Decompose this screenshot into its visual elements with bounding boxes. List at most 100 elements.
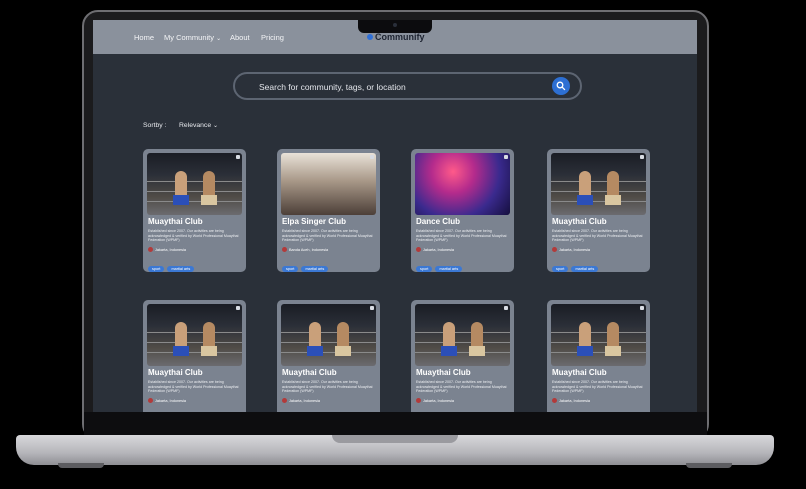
card-tags: sportmartial arts [282, 257, 331, 272]
location-pin-icon [282, 247, 287, 252]
camera-icon [393, 23, 397, 27]
tag-chip[interactable]: sport [148, 266, 165, 272]
card-location: Jakarta, Indonesia [416, 247, 454, 252]
location-pin-icon [416, 247, 421, 252]
tag-chip[interactable]: martial arts [435, 266, 463, 272]
tag-chip[interactable]: sport [282, 266, 299, 272]
card-description: Established since 2007. Our activities a… [416, 229, 507, 243]
bookmark-icon[interactable] [504, 155, 508, 159]
search-icon [556, 81, 566, 91]
card-title: Muaythai Club [148, 368, 203, 377]
card-location: Jakarta, Indonesia [148, 398, 186, 403]
laptop-foot [686, 463, 732, 468]
sort-select[interactable]: Relevance ⌄ [179, 122, 218, 129]
brand-name: Communify [375, 32, 425, 42]
location-pin-icon [148, 398, 153, 403]
card-location: Jakarta, Indonesia [148, 247, 186, 252]
laptop-foot [58, 463, 104, 468]
nav-my-community[interactable]: My Community ⌄ [164, 33, 221, 42]
card-title: Muaythai Club [416, 368, 471, 377]
bookmark-icon[interactable] [370, 306, 374, 310]
location-pin-icon [148, 247, 153, 252]
location-text: Jakarta, Indonesia [289, 399, 321, 403]
location-pin-icon [552, 398, 557, 403]
community-card[interactable]: Muaythai Club Established since 2007. Our… [547, 149, 650, 272]
location-pin-icon [552, 247, 557, 252]
card-description: Established since 2007. Our activities a… [148, 229, 239, 243]
bookmark-icon[interactable] [640, 155, 644, 159]
community-card[interactable]: Muaythai Club Established since 2007. Our… [277, 300, 380, 412]
location-text: Jakarta, Indonesia [559, 399, 591, 403]
community-card[interactable]: Dance Club Established since 2007. Our ac… [411, 149, 514, 272]
tag-chip[interactable]: sport [552, 266, 569, 272]
card-title: Muaythai Club [282, 368, 337, 377]
card-location: Jakarta, Indonesia [282, 398, 320, 403]
browser-viewport: Home My Community ⌄ About Pricing Commun… [93, 20, 697, 412]
card-location: Banda Aceh, Indonesia [282, 247, 328, 252]
nav-about[interactable]: About [230, 33, 250, 42]
card-tags: sportmartial arts [552, 257, 601, 272]
laptop-chin [84, 412, 707, 436]
location-text: Jakarta, Indonesia [423, 399, 455, 403]
bookmark-icon[interactable] [236, 306, 240, 310]
nav-my-community-label: My Community [164, 33, 215, 42]
location-text: Jakarta, Indonesia [155, 399, 187, 403]
chevron-down-icon: ⌄ [213, 123, 219, 129]
community-image [415, 304, 510, 366]
tag-chip[interactable]: martial arts [301, 266, 329, 272]
community-image [415, 153, 510, 215]
location-pin-icon [416, 398, 421, 403]
card-description: Established since 2007. Our activities a… [416, 380, 507, 394]
sort-value: Relevance [179, 122, 212, 129]
card-location: Jakarta, Indonesia [552, 398, 590, 403]
camera-notch [358, 20, 432, 33]
location-text: Jakarta, Indonesia [155, 248, 187, 252]
community-card[interactable]: Elpa Singer Club Established since 2007. … [277, 149, 380, 272]
card-description: Established since 2007. Our activities a… [552, 229, 643, 243]
card-title: Dance Club [416, 217, 461, 226]
community-card[interactable]: Muaythai Club Established since 2007. Our… [547, 300, 650, 412]
card-tags: sportmartial arts [148, 257, 197, 272]
laptop-lip [332, 435, 458, 443]
sort-label: Sortby : [143, 122, 167, 129]
card-description: Established since 2007. Our activities a… [282, 229, 373, 243]
sort-control: Sortby : Relevance ⌄ [143, 122, 218, 129]
search-input[interactable] [257, 79, 551, 95]
laptop-base [16, 435, 774, 465]
brand-logo[interactable]: Communify [367, 32, 425, 42]
tag-chip[interactable]: sport [416, 266, 433, 272]
tag-chip[interactable]: martial arts [167, 266, 195, 272]
community-image [281, 153, 376, 215]
community-card[interactable]: Muaythai Club Established since 2007. Our… [411, 300, 514, 412]
community-card[interactable]: Muaythai Club Established since 2007. Our… [143, 149, 246, 272]
tag-chip[interactable]: martial arts [571, 266, 599, 272]
bookmark-icon[interactable] [504, 306, 508, 310]
card-title: Muaythai Club [148, 217, 203, 226]
location-text: Jakarta, Indonesia [559, 248, 591, 252]
bookmark-icon[interactable] [640, 306, 644, 310]
card-title: Elpa Singer Club [282, 217, 347, 226]
community-image [147, 304, 242, 366]
card-location: Jakarta, Indonesia [416, 398, 454, 403]
search-button[interactable] [552, 77, 570, 95]
logo-icon [367, 34, 373, 40]
nav-pricing[interactable]: Pricing [261, 33, 284, 42]
community-image [551, 153, 646, 215]
search-bar [233, 72, 582, 100]
location-text: Banda Aceh, Indonesia [289, 248, 329, 252]
card-description: Established since 2007. Our activities a… [552, 380, 643, 394]
bookmark-icon[interactable] [370, 155, 374, 159]
community-image [551, 304, 646, 366]
card-title: Muaythai Club [552, 217, 607, 226]
location-text: Jakarta, Indonesia [423, 248, 455, 252]
bookmark-icon[interactable] [236, 155, 240, 159]
nav-home[interactable]: Home [134, 33, 154, 42]
card-location: Jakarta, Indonesia [552, 247, 590, 252]
chevron-down-icon: ⌄ [216, 36, 222, 42]
community-image [147, 153, 242, 215]
community-card[interactable]: Muaythai Club Established since 2007. Our… [143, 300, 246, 412]
location-pin-icon [282, 398, 287, 403]
card-description: Established since 2007. Our activities a… [148, 380, 239, 394]
card-description: Established since 2007. Our activities a… [282, 380, 373, 394]
card-tags: sportmartial arts [416, 257, 465, 272]
